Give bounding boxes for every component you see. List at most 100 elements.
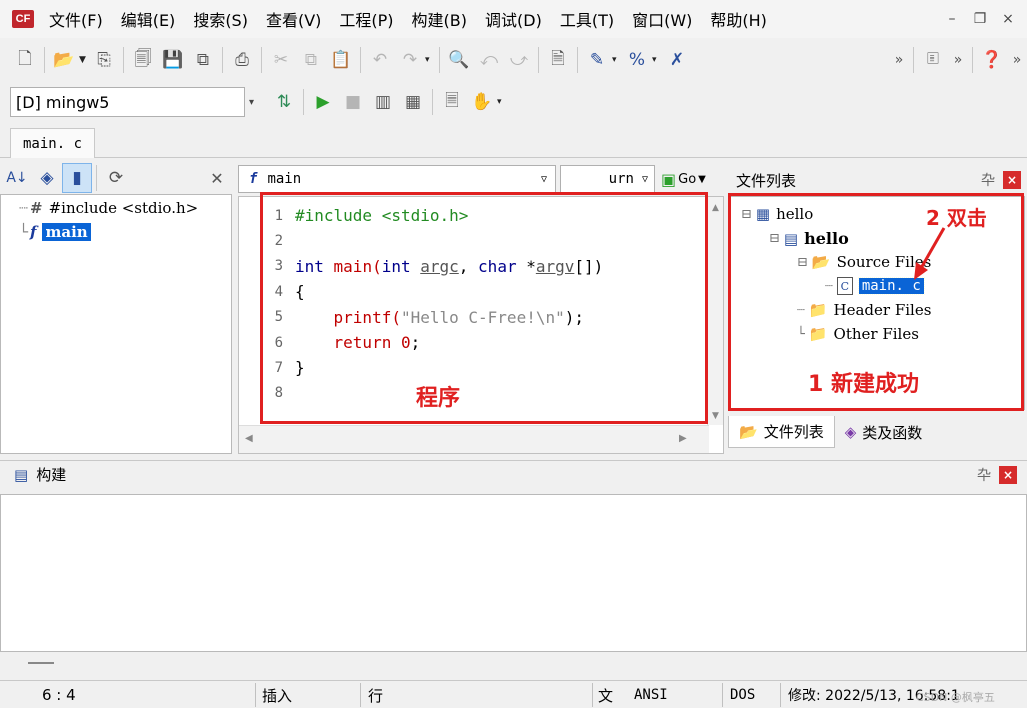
save-icon[interactable]: 💾	[158, 45, 188, 75]
code-line[interactable]: 2	[239, 228, 295, 253]
switch-compiler-icon[interactable]: ⇅	[269, 87, 299, 117]
print-icon[interactable]: ⎙	[227, 45, 257, 75]
open-project-icon[interactable]: ⎘	[89, 45, 119, 75]
overflow-icon[interactable]: »	[889, 45, 909, 75]
sort-az-icon[interactable]: A↓	[2, 163, 32, 193]
pin-icon[interactable]: 卆	[979, 171, 997, 189]
splitter-handle[interactable]	[28, 662, 54, 664]
refresh-outline-icon[interactable]: ⟳	[101, 163, 131, 193]
menu-item[interactable]: 调试(D)	[476, 7, 551, 31]
menu-item[interactable]: 编辑(E)	[112, 7, 185, 31]
outline-toolbar: A↓ ◈ ▮ ⟳ ✕	[0, 162, 232, 194]
function-select[interactable]: f main ▽	[238, 165, 556, 193]
code-line[interactable]: 5 printf("Hello C-Free!\n");	[239, 305, 584, 330]
code-line[interactable]: 3 int main(int argc, char * argv[])	[239, 254, 604, 279]
line-number: 2	[274, 232, 283, 249]
close-button[interactable]: ×	[997, 9, 1019, 29]
chevron-down-icon[interactable]: ▾	[249, 97, 263, 108]
paste-icon[interactable]: 📋	[326, 45, 356, 75]
encoding: ANSI	[634, 687, 668, 703]
code-line[interactable]: 8	[239, 381, 295, 406]
overflow-icon[interactable]: »	[948, 45, 968, 75]
menu-item[interactable]: 窗口(W)	[623, 7, 701, 31]
tab-main-c[interactable]: main. c	[10, 128, 96, 158]
code-line[interactable]: 7}	[239, 355, 305, 380]
pin-icon[interactable]: 卆	[975, 466, 993, 484]
save-all-icon[interactable]: ⧉	[188, 45, 218, 75]
close-icon[interactable]: ×	[1003, 171, 1021, 189]
collapse-icon[interactable]: ⊟	[741, 207, 752, 222]
close-file-icon[interactable]: 🗐	[128, 45, 158, 75]
tree-node[interactable]: ⊟ ▦ hello	[741, 205, 813, 223]
find-prev-icon[interactable]: ⤺	[474, 45, 504, 75]
horizontal-scrollbar[interactable]: ◀ ▶	[239, 425, 709, 453]
redo-icon[interactable]: ↷	[395, 45, 425, 75]
outline-view-icon[interactable]: ▮	[62, 163, 92, 193]
tab-classes[interactable]: ◈ 类及函数	[835, 416, 933, 448]
chevron-down-icon[interactable]: ▾	[612, 55, 622, 65]
find-in-files-icon[interactable]: 🗎	[543, 45, 573, 75]
clear-bookmarks-icon[interactable]: ✗	[662, 45, 692, 75]
menu-item[interactable]: 工程(P)	[330, 7, 402, 31]
tab-file-list[interactable]: 📂 文件列表	[728, 416, 835, 448]
chevron-down-icon[interactable]: ▾	[652, 55, 662, 65]
bookmark-icon[interactable]: ✎	[582, 45, 612, 75]
new-file-icon[interactable]: 🗋	[10, 45, 40, 75]
copy-icon[interactable]: ⧉	[296, 45, 326, 75]
help-icon[interactable]: ❓	[977, 45, 1007, 75]
tree-node[interactable]: └ 📁 Other Files	[797, 325, 919, 343]
scroll-right-icon[interactable]: ▶	[679, 433, 687, 444]
chevron-down-icon[interactable]: ▾	[497, 97, 507, 107]
collapse-icon[interactable]: ⊟	[769, 231, 780, 246]
filter-icon[interactable]: ◈	[32, 163, 62, 193]
close-icon[interactable]: ×	[999, 465, 1017, 484]
menu-item[interactable]: 搜索(S)	[184, 7, 257, 31]
close-panel-icon[interactable]: ✕	[202, 163, 232, 193]
list-item[interactable]: ┈ # #include <stdio.h>	[19, 199, 198, 217]
hand-icon[interactable]: ✋	[467, 87, 497, 117]
collapse-icon[interactable]: ⊟	[797, 255, 808, 270]
overflow-icon[interactable]: »	[1007, 45, 1027, 75]
code-token: }	[295, 358, 305, 378]
code-editor[interactable]: 1 #include <stdio.h> 2 3 int main(int argc, …	[238, 196, 724, 454]
run-icon[interactable]: ▶	[308, 87, 338, 117]
code-line[interactable]: 4{	[239, 279, 305, 304]
compile-icon[interactable]: ▥	[368, 87, 398, 117]
find-icon[interactable]: 🔍	[444, 45, 474, 75]
build-icon[interactable]: ▦	[398, 87, 428, 117]
tree-node[interactable]: ┈ 📁 Header Files	[797, 301, 931, 319]
scope-select[interactable]: urn ▽	[560, 165, 655, 193]
menu-item[interactable]: 构建(B)	[403, 7, 476, 31]
options-icon[interactable]: 🗉	[918, 45, 948, 75]
tree-node[interactable]: ⊟ ▤ hello	[769, 229, 849, 248]
debug-icon[interactable]: 🗏	[437, 87, 467, 117]
vertical-scrollbar[interactable]: ▲ ▼	[707, 197, 723, 425]
code-line[interactable]: 6 return 0;	[239, 330, 421, 355]
go-button[interactable]: ▣ Go ▼	[661, 170, 706, 189]
stop-icon[interactable]: ■	[338, 87, 368, 117]
restore-button[interactable]: ❐	[969, 9, 991, 29]
minimize-button[interactable]: –	[941, 9, 963, 29]
compiler-select[interactable]: [D] mingw5	[10, 87, 245, 117]
scroll-left-icon[interactable]: ◀	[245, 433, 253, 444]
build-output[interactable]	[0, 494, 1027, 652]
scroll-down-icon[interactable]: ▼	[708, 411, 723, 421]
chevron-down-icon[interactable]: ▾	[425, 55, 435, 65]
undo-icon[interactable]: ↶	[365, 45, 395, 75]
chevron-down-icon[interactable]: ▼	[79, 55, 89, 65]
scroll-up-icon[interactable]: ▲	[708, 203, 723, 213]
menu-item[interactable]: 工具(T)	[551, 7, 623, 31]
folder-icon: 📁	[808, 301, 828, 319]
find-next-icon[interactable]: ⤻	[504, 45, 534, 75]
app-icon: CF	[12, 10, 34, 28]
code-line[interactable]: 1 #include <stdio.h>	[239, 203, 469, 228]
menu-item[interactable]: 查看(V)	[257, 7, 330, 31]
code-token: argv	[535, 256, 575, 276]
toggle-bookmark-icon[interactable]: %	[622, 45, 652, 75]
cut-icon[interactable]: ✂	[266, 45, 296, 75]
include-label: #include <stdio.h>	[48, 199, 199, 217]
menu-item[interactable]: 文件(F)	[40, 7, 112, 31]
menu-item[interactable]: 帮助(H)	[701, 7, 776, 31]
list-item[interactable]: └ f main	[19, 223, 91, 241]
open-folder-icon[interactable]: 📂	[49, 45, 79, 75]
